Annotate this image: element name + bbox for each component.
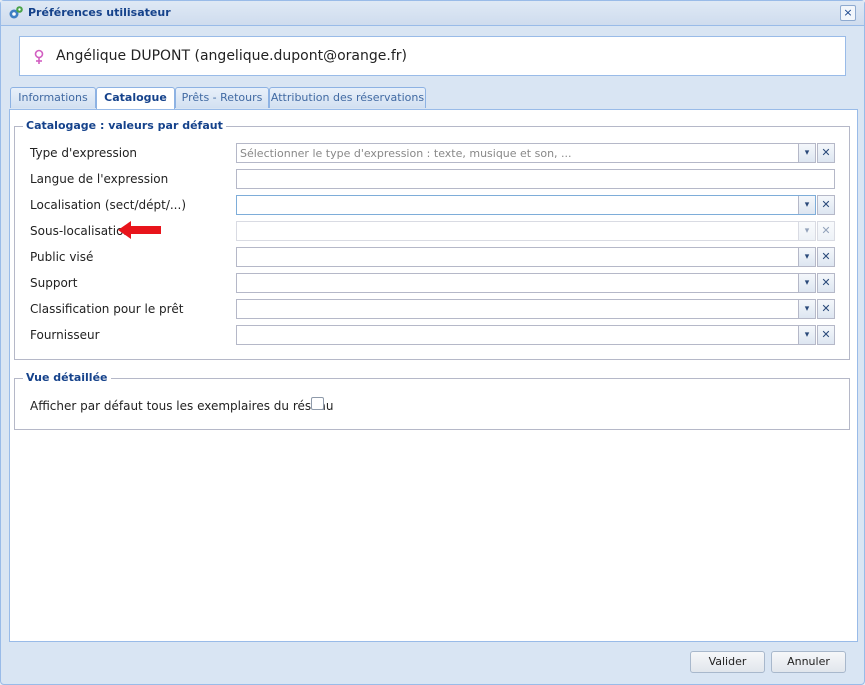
cancel-button[interactable]: Annuler [771, 651, 846, 673]
label-support: Support [30, 276, 78, 290]
chevron-down-icon[interactable]: ▾ [798, 300, 815, 318]
chevron-down-icon[interactable]: ▾ [798, 326, 815, 344]
clear-type-expression-button[interactable]: ✕ [817, 143, 835, 163]
tab-catalogue[interactable]: Catalogue [96, 87, 175, 110]
label-type-expression: Type d'expression [30, 146, 138, 160]
type-expression-combo[interactable]: Sélectionner le type d'expression : text… [236, 143, 816, 163]
chevron-down-icon[interactable]: ▾ [798, 144, 815, 162]
chevron-down-icon[interactable]: ▾ [798, 248, 815, 266]
clear-classification-pret-button[interactable]: ✕ [817, 299, 835, 319]
catalogage-fieldset: Catalogage : valeurs par défaut Type d'e… [14, 119, 850, 360]
clear-icon: ✕ [821, 224, 831, 237]
langue-expression-input[interactable] [236, 169, 835, 189]
close-button[interactable]: × [840, 5, 856, 21]
vue-detaillee-legend: Vue détaillée [23, 371, 111, 384]
clear-icon: ✕ [821, 146, 831, 159]
label-sous-localisation: Sous-localisation [30, 224, 132, 238]
clear-icon: ✕ [821, 250, 831, 263]
validate-button[interactable]: Valider [690, 651, 765, 673]
fournisseur-combo[interactable]: ▾ [236, 325, 816, 345]
public-vise-combo[interactable]: ▾ [236, 247, 816, 267]
clear-icon: ✕ [821, 276, 831, 289]
clear-icon: ✕ [821, 328, 831, 341]
clear-localisation-button[interactable]: ✕ [817, 195, 835, 215]
vue-detaillee-fieldset: Vue détaillée Afficher par défaut tous l… [14, 371, 850, 430]
tab-prets-retours[interactable]: Prêts - Retours [175, 87, 269, 108]
localisation-combo[interactable]: ▾ [236, 195, 816, 215]
clear-icon: ✕ [821, 198, 831, 211]
clear-sous-localisation-button: ✕ [817, 221, 835, 241]
user-header: Angélique DUPONT (angelique.dupont@orang… [19, 36, 846, 76]
chevron-down-icon: ▾ [798, 222, 815, 240]
chevron-down-icon[interactable]: ▾ [798, 274, 815, 292]
tab-attribution-reservations[interactable]: Attribution des réservations [269, 87, 426, 108]
user-name: Angélique DUPONT (angelique.dupont@orang… [56, 48, 407, 64]
type-expression-placeholder: Sélectionner le type d'expression : text… [240, 147, 572, 160]
label-fournisseur: Fournisseur [30, 328, 100, 342]
afficher-exemplaires-checkbox[interactable] [311, 397, 324, 410]
label-classification-pret: Classification pour le prêt [30, 302, 184, 316]
red-arrow-left-icon [118, 221, 161, 239]
clear-icon: ✕ [821, 302, 831, 315]
catalogage-legend: Catalogage : valeurs par défaut [23, 119, 226, 132]
sous-localisation-combo: ▾ [236, 221, 816, 241]
window-titlebar[interactable]: Préférences utilisateur × [1, 1, 864, 26]
clear-fournisseur-button[interactable]: ✕ [817, 325, 835, 345]
chevron-down-icon[interactable]: ▾ [798, 196, 815, 214]
clear-public-vise-button[interactable]: ✕ [817, 247, 835, 267]
gears-icon [9, 6, 23, 19]
preferences-window: Préférences utilisateur × Angélique DUPO… [0, 0, 865, 685]
label-langue-expression: Langue de l'expression [30, 172, 169, 186]
label-public-vise: Public visé [30, 250, 94, 264]
tab-informations[interactable]: Informations [10, 87, 96, 108]
catalogue-panel: Catalogage : valeurs par défaut Type d'e… [9, 109, 858, 642]
clear-support-button[interactable]: ✕ [817, 273, 835, 293]
support-combo[interactable]: ▾ [236, 273, 816, 293]
female-user-icon [34, 49, 44, 64]
afficher-exemplaires-label: Afficher par défaut tous les exemplaires… [30, 399, 334, 413]
window-title: Préférences utilisateur [28, 6, 171, 19]
close-icon: × [843, 6, 853, 19]
classification-pret-combo[interactable]: ▾ [236, 299, 816, 319]
label-localisation: Localisation (sect/dépt/...) [30, 198, 186, 212]
